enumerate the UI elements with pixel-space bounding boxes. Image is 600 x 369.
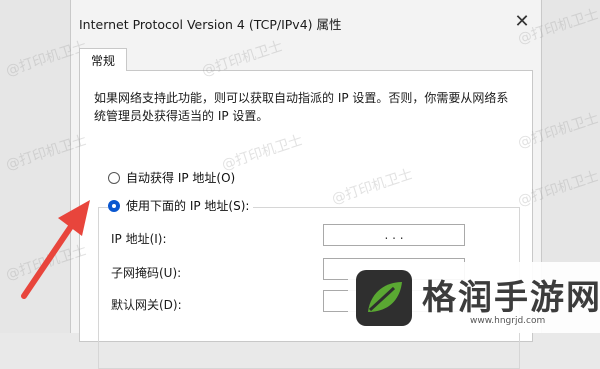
- radio-manual-ip-button[interactable]: [108, 199, 120, 212]
- close-button[interactable]: ✕: [509, 8, 535, 34]
- radio-auto-ip-button[interactable]: [108, 171, 120, 184]
- radio-manual-ip-label: 使用下面的 IP 地址(S):: [126, 199, 250, 213]
- ip-address-label: IP 地址(I):: [111, 232, 167, 246]
- title-bar: Internet Protocol Version 4 (TCP/IPv4) 属…: [71, 0, 541, 42]
- subnet-mask-label: 子网掩码(U):: [111, 266, 182, 280]
- description-text: 如果网络支持此功能，则可以获取自动指派的 IP 设置。否则，你需要从网络系统管理…: [94, 91, 509, 123]
- tab-general-label: 常规: [90, 53, 115, 68]
- window-title: Internet Protocol Version 4 (TCP/IPv4) 属…: [79, 17, 342, 32]
- tab-general[interactable]: 常规: [79, 48, 127, 71]
- close-icon: ✕: [514, 10, 530, 32]
- radio-auto-ip-label: 自动获得 IP 地址(O): [126, 171, 236, 185]
- leaf-logo-icon: [356, 270, 412, 326]
- default-gateway-label: 默认网关(D):: [111, 298, 182, 312]
- ip-address-input[interactable]: . . .: [323, 224, 465, 246]
- background-left: [0, 0, 70, 333]
- ip-address-value: . . .: [384, 228, 404, 242]
- radio-manual-ip[interactable]: 使用下面的 IP 地址(S):: [108, 197, 254, 214]
- logo-text: 格润手游网: [422, 278, 600, 318]
- site-logo: 格润手游网 www.hngrjd.com: [348, 262, 600, 333]
- radio-auto-ip[interactable]: 自动获得 IP 地址(O): [108, 169, 235, 186]
- logo-url: www.hngrjd.com: [470, 316, 546, 326]
